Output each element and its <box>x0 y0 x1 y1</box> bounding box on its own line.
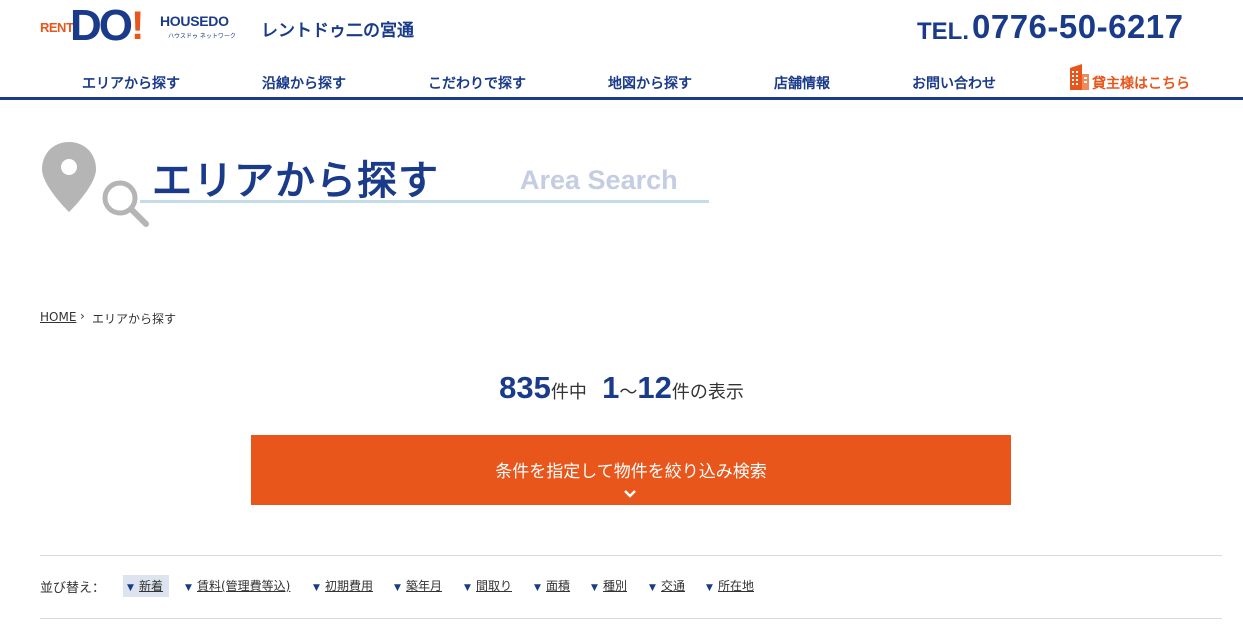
result-range-suffix: 件の表示 <box>671 382 744 403</box>
breadcrumb-home[interactable]: HOME <box>40 310 76 324</box>
sort-option-label: 初期費用 <box>325 579 374 593</box>
chevron-down-icon: ▼ <box>534 583 541 593</box>
sort-option-area[interactable]: ▼ 面積 <box>534 575 570 597</box>
logo-housedo-subtext: ハウスドゥ ネットワーク <box>168 33 236 40</box>
sort-divider-top <box>40 555 1222 556</box>
sort-option-type[interactable]: ▼ 種別 <box>591 575 627 597</box>
sort-option-label: 種別 <box>603 579 628 593</box>
breadcrumb-current: エリアから探す <box>92 312 177 326</box>
tel-label: TEL. <box>917 18 969 45</box>
sort-option-location[interactable]: ▼ 所在地 <box>706 575 754 597</box>
sort-option-newest[interactable]: ▼ 新着 <box>123 575 170 597</box>
sort-option-label: 交通 <box>661 579 686 593</box>
logo-exclamation: ! <box>131 4 145 48</box>
result-range-start: 1 <box>602 370 620 405</box>
chevron-down-icon <box>624 490 636 498</box>
nav-item-area-search[interactable]: エリアから探す <box>82 73 180 93</box>
chevron-down-icon: ▼ <box>127 583 134 593</box>
sort-option-label: 築年月 <box>406 579 443 593</box>
refine-search-label: 条件を指定して物件を絞り込み検索 <box>495 462 767 482</box>
result-total: 835 <box>499 370 551 405</box>
nav-item-owner[interactable]: 貸主様はこちら <box>1092 73 1190 93</box>
store-name: レントドゥ二の宮通 <box>261 21 414 41</box>
building-icon <box>1070 64 1089 90</box>
chevron-down-icon: ▼ <box>313 583 320 593</box>
logo-do-text: DO <box>70 1 133 50</box>
sort-option-rent[interactable]: ▼ 賃料(管理費等込) <box>185 575 290 597</box>
result-total-suffix: 件中 <box>550 382 587 403</box>
breadcrumb-separator-icon: › <box>80 309 85 323</box>
sort-option-label: 所在地 <box>718 579 755 593</box>
nav-item-map-search[interactable]: 地図から探す <box>608 73 692 93</box>
sort-option-label: 面積 <box>546 579 571 593</box>
sort-option-label: 間取り <box>476 579 513 593</box>
sort-label: 並び替え： <box>40 581 106 596</box>
result-range-end: 12 <box>637 370 672 405</box>
chevron-down-icon: ▼ <box>394 583 401 593</box>
tel-number[interactable]: 0776-50-6217 <box>972 8 1184 46</box>
map-pin-icon <box>42 142 96 212</box>
sort-option-built-date[interactable]: ▼ 築年月 <box>394 575 442 597</box>
page-title: エリアから探す <box>152 158 439 204</box>
sort-option-transit[interactable]: ▼ 交通 <box>649 575 685 597</box>
page-subtitle: Area Search <box>520 165 678 195</box>
nav-item-feature-search[interactable]: こだわりで探す <box>428 73 526 93</box>
chevron-down-icon: ▼ <box>591 583 598 593</box>
chevron-down-icon: ▼ <box>185 583 192 593</box>
sort-option-initial-cost[interactable]: ▼ 初期費用 <box>313 575 373 597</box>
chevron-down-icon: ▼ <box>649 583 656 593</box>
chevron-down-icon: ▼ <box>464 583 471 593</box>
magnifier-icon <box>102 180 149 227</box>
nav-item-contact[interactable]: お問い合わせ <box>912 73 996 93</box>
nav-item-store-info[interactable]: 店舗情報 <box>774 73 830 93</box>
sort-option-label: 賃料(管理費等込) <box>197 579 291 593</box>
sort-divider-bottom <box>40 618 1222 619</box>
chevron-down-icon: ▼ <box>706 583 713 593</box>
logo-rent-text: RENT <box>40 20 74 35</box>
global-nav: エリアから探す 沿線から探す こだわりで探す 地図から探す 店舗情報 お問い合わ… <box>0 62 1243 100</box>
logo-housedo-text: HOUSEDO <box>160 13 229 29</box>
nav-item-line-search[interactable]: 沿線から探す <box>262 73 346 93</box>
sort-option-layout[interactable]: ▼ 間取り <box>464 575 512 597</box>
result-count: 835件中 1～12件の表示 <box>0 370 1243 406</box>
sort-option-label: 新着 <box>139 579 164 593</box>
refine-search-button[interactable]: 条件を指定して物件を絞り込み検索 <box>251 435 1011 505</box>
result-range-sep: ～ <box>619 382 638 403</box>
